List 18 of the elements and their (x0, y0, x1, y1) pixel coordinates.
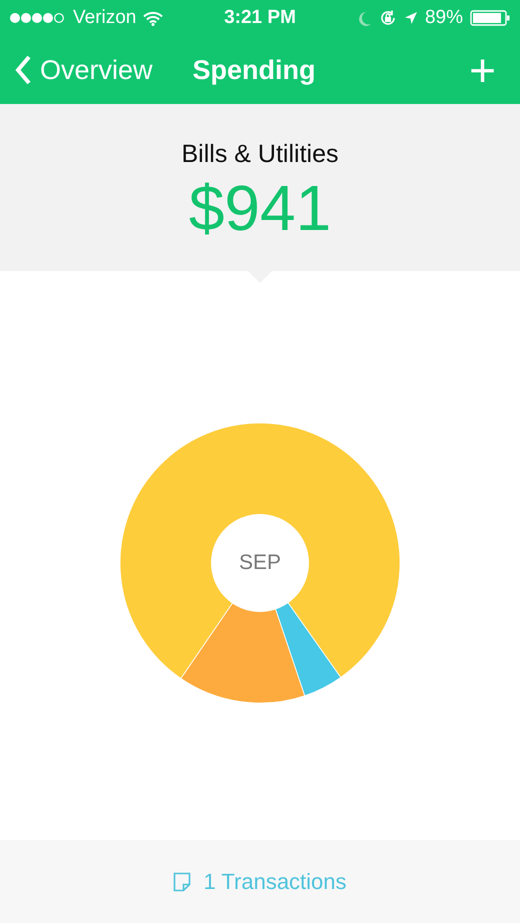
rotation-lock-icon (378, 9, 397, 27)
signal-icon (10, 12, 66, 24)
note-icon (173, 872, 192, 892)
month-label: SEP (238, 551, 282, 575)
transactions-link[interactable]: 1 Transactions (173, 868, 347, 894)
total-amount: $941 (188, 171, 332, 245)
battery-icon (470, 10, 510, 26)
battery-percent: 89% (424, 7, 463, 29)
back-button[interactable]: Overview (14, 54, 153, 86)
screen-title: Spending (192, 54, 316, 86)
wifi-icon (143, 10, 164, 26)
moon-icon (358, 10, 372, 26)
carrier-name: Verizon (73, 7, 136, 29)
category-name: Bills & Utilities (182, 140, 338, 169)
chevron-left-icon (14, 54, 32, 86)
location-arrow-icon (404, 11, 418, 25)
clock-time: 3:21 PM (224, 7, 296, 29)
add-button[interactable]: + (459, 47, 506, 93)
